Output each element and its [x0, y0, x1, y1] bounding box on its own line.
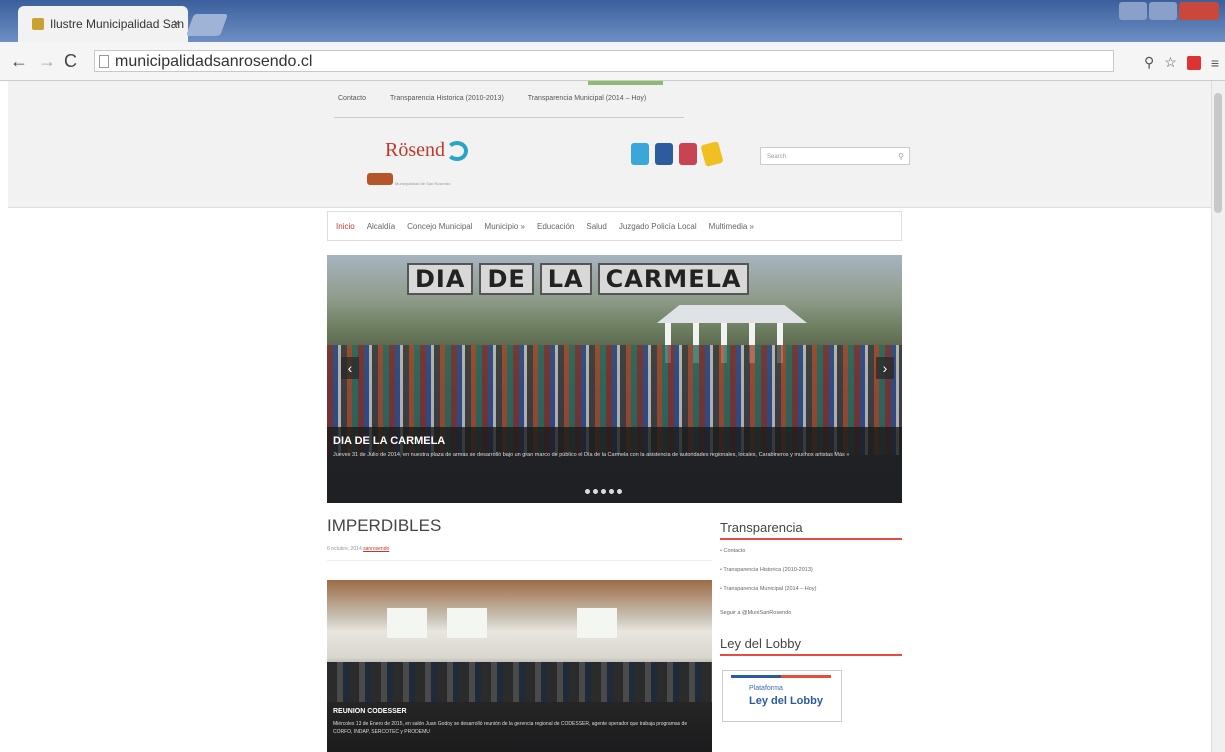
lobby-line1: Plataforma — [749, 685, 783, 692]
sidebar-link[interactable]: • Transparencia Historica (2010-2013) — [720, 567, 902, 573]
minimize-button[interactable] — [1119, 2, 1147, 20]
banner-word: DE — [479, 263, 534, 295]
post-text: Miércoles 13 de Enero de 2015, en salón … — [333, 721, 688, 735]
forward-arrow-icon[interactable]: → — [38, 51, 56, 72]
address-url: municipalidadsanrosendo.cl — [115, 53, 313, 70]
slider-dot[interactable] — [601, 489, 606, 494]
page-icon — [99, 55, 109, 68]
menu-item-juzgado[interactable]: Juzgado Policía Local — [619, 222, 697, 231]
banner-word: LA — [539, 263, 592, 295]
banner-word: DIA — [407, 263, 474, 295]
logo-swirl-icon — [446, 141, 468, 161]
social-icons — [631, 141, 724, 167]
menu-item-educacion[interactable]: Educación — [537, 222, 574, 231]
web-page: Contacto Transparencia Historica (2010-2… — [0, 81, 1212, 752]
youtube-icon[interactable] — [679, 143, 697, 165]
slider-caption-title[interactable]: DIA DE LA CARMELA — [333, 435, 445, 447]
menu-item-inicio[interactable]: Inicio — [336, 222, 355, 231]
sidebar-title-lobby: Ley del Lobby — [720, 636, 801, 651]
address-bar[interactable]: municipalidadsanrosendo.cl — [94, 50, 1114, 72]
top-link-transparencia-municipal[interactable]: Transparencia Municipal (2014 – Hoy) — [528, 95, 646, 102]
logo-train-icon — [367, 173, 393, 185]
browser-tabbar: Ilustre Municipalidad San × — [0, 0, 1225, 42]
toolbar-icons: ⚲ ☆ ≡ — [1144, 54, 1219, 71]
header-accent — [588, 81, 663, 85]
maximize-button[interactable] — [1149, 2, 1177, 20]
scrollbar-thumb[interactable] — [1214, 93, 1222, 213]
sidebar-link[interactable]: • Contacto — [720, 548, 902, 554]
section-title: IMPERDIBLES — [327, 516, 442, 535]
slider-dot[interactable] — [585, 489, 590, 494]
divider — [327, 560, 712, 561]
tab-close-icon[interactable]: × — [173, 16, 180, 30]
sidebar: Transparencia • Contacto • Transparencia… — [720, 520, 902, 722]
sidebar-title-transparencia: Transparencia — [720, 520, 803, 535]
new-tab-button[interactable] — [185, 14, 229, 36]
extension-icon[interactable] — [1186, 55, 1201, 70]
follow-link[interactable]: Seguir a @MuniSanRosendo — [720, 610, 902, 616]
menu-item-concejo[interactable]: Concejo Municipal — [407, 222, 472, 231]
window-controls — [1119, 2, 1219, 20]
menu-icon[interactable]: ≡ — [1211, 55, 1219, 71]
top-link-transparencia-historica[interactable]: Transparencia Historica (2010-2013) — [390, 95, 504, 102]
favicon-icon — [32, 18, 44, 30]
post-author[interactable]: sanrosendo — [363, 546, 389, 552]
browser-toolbar: ← → C municipalidadsanrosendo.cl ⚲ ☆ ≡ — [0, 42, 1225, 81]
lobby-bar — [731, 675, 831, 678]
folder-icon[interactable] — [700, 141, 724, 167]
reload-icon[interactable]: C — [64, 51, 77, 72]
site-logo[interactable]: Rösend Municipalidad de San Rosendo — [363, 133, 493, 195]
lobby-line2: Ley del Lobby — [749, 695, 823, 707]
tab-title: Ilustre Municipalidad San — [50, 17, 185, 31]
slider-dot[interactable] — [609, 489, 614, 494]
scrollbar[interactable] — [1211, 81, 1225, 752]
sidebar-link[interactable]: • Transparencia Municipal (2014 – Hoy) — [720, 586, 902, 592]
top-links: Contacto Transparencia Historica (2010-2… — [338, 95, 646, 102]
menu-item-salud[interactable]: Salud — [586, 222, 606, 231]
search-placeholder: Search — [767, 154, 787, 160]
menu-item-multimedia[interactable]: Multimedia » — [709, 222, 754, 231]
sidebar-divider — [720, 654, 902, 656]
back-arrow-icon[interactable]: ← — [10, 51, 28, 72]
window-shape — [447, 608, 487, 638]
menu-item-alcaldia[interactable]: Alcaldía — [367, 222, 395, 231]
slider-caption: DIA DE LA CARMELA Jueves 31 de Julio de … — [327, 427, 902, 503]
twitter-icon[interactable] — [631, 143, 649, 165]
post-date: 6 octubre, 2014 — [327, 546, 362, 552]
image-slider[interactable]: DIA DE LA CARMELA ‹ › DIA DE LA CARMELA … — [327, 255, 902, 503]
zoom-icon[interactable]: ⚲ — [1144, 54, 1154, 71]
facebook-icon[interactable] — [655, 143, 673, 165]
post-meta: 6 octubre, 2014 sanrosendo — [327, 546, 389, 552]
sidebar-divider — [720, 538, 902, 540]
slider-dot[interactable] — [617, 489, 622, 494]
bookmark-star-icon[interactable]: ☆ — [1164, 54, 1177, 71]
site-header: Contacto Transparencia Historica (2010-2… — [8, 81, 1212, 208]
search-icon[interactable]: ⚲ — [898, 148, 904, 166]
top-link-contacto[interactable]: Contacto — [338, 95, 366, 102]
window-shape — [577, 608, 617, 638]
menu-item-municipio[interactable]: Municipio » — [485, 222, 525, 231]
post-caption: REUNION CODESSER Miércoles 13 de Enero d… — [327, 702, 712, 752]
divider — [334, 117, 684, 118]
browser-tab[interactable]: Ilustre Municipalidad San × — [18, 6, 188, 42]
slider-banner-title: DIA DE LA CARMELA — [407, 263, 750, 295]
audience-shape — [327, 662, 712, 702]
post-title[interactable]: REUNION CODESSER — [333, 708, 407, 715]
banner-word: CARMELA — [597, 263, 750, 295]
slider-caption-text: Jueves 31 de Julio de 2014, en nuestra p… — [333, 452, 850, 458]
close-window-button[interactable] — [1179, 2, 1219, 20]
search-input[interactable]: Search ⚲ — [760, 147, 910, 165]
logo-subtitle: Municipalidad de San Rosendo — [395, 181, 451, 186]
window-shape — [387, 608, 427, 638]
slider-prev-icon[interactable]: ‹ — [341, 357, 359, 379]
slider-dot[interactable] — [593, 489, 598, 494]
lobby-banner[interactable]: Plataforma Ley del Lobby — [722, 670, 842, 722]
slider-dots — [585, 489, 622, 494]
logo-text: Rösend — [385, 139, 445, 161]
slider-next-icon[interactable]: › — [876, 357, 894, 379]
featured-post[interactable]: REUNION CODESSER Miércoles 13 de Enero d… — [327, 580, 712, 752]
main-menu: Inicio Alcaldía Concejo Municipal Munici… — [327, 211, 902, 241]
